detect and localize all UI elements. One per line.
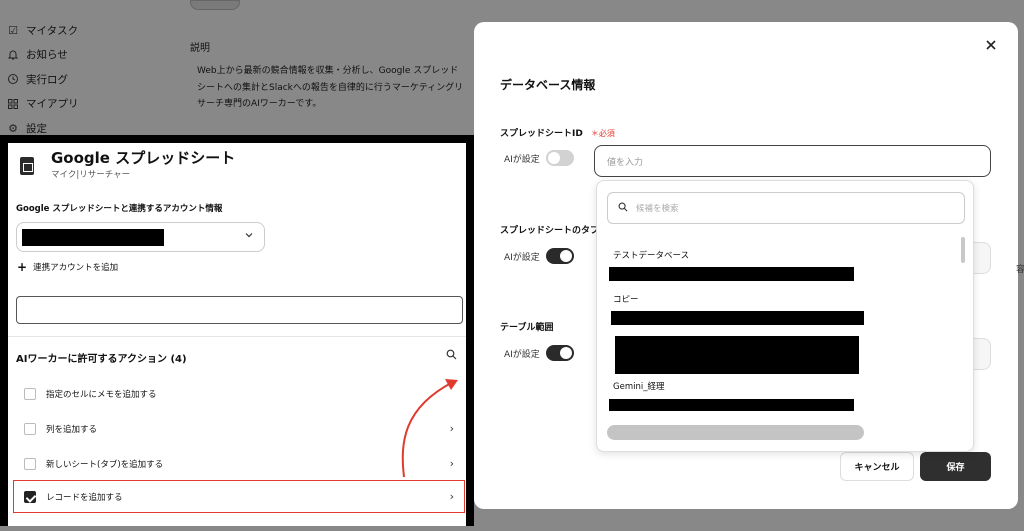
redacted-option[interactable] (615, 336, 859, 374)
edge-text: 容 (1016, 265, 1024, 275)
nav-item-label: 設定 (26, 122, 47, 135)
nav-item-my-apps[interactable]: マイアプリ (6, 92, 166, 117)
redacted-option-detail (611, 311, 864, 325)
gear-icon: ⚙ (8, 121, 18, 135)
redacted-option-detail (609, 267, 854, 281)
dropdown-search-placeholder: 候補を検索 (636, 204, 679, 214)
nav-item-label: マイタスク (26, 24, 79, 37)
sheet-tab-label: スプレッドシートのタブ (500, 226, 600, 236)
nav-item-label: 実行ログ (26, 73, 68, 86)
spreadsheet-id-label-text: スプレッドシートID (500, 129, 583, 139)
table-range-input-edge[interactable] (973, 338, 991, 370)
description-title: 説明 (190, 43, 210, 54)
nav-item-execution-log[interactable]: 実行ログ (6, 67, 166, 92)
google-sheets-panel-frame: Google スプレッドシート マイク|リサーチャー Google スプレッドシ… (0, 135, 474, 526)
ai-setting-toggle-off[interactable] (545, 150, 574, 166)
search-icon (618, 202, 628, 215)
google-sheets-panel: Google スプレッドシート マイク|リサーチャー Google スプレッドシ… (8, 143, 466, 526)
nav-item-my-tasks[interactable]: ☑ マイタスク (6, 18, 166, 43)
dropdown-option[interactable]: Gemini_経理 (613, 380, 664, 392)
redacted-option-detail (609, 399, 854, 411)
clock-icon (6, 72, 20, 86)
table-range-label: テーブル範囲 (500, 323, 554, 333)
ai-setting-row-2: AIが設定 (504, 248, 574, 264)
vertical-scrollbar[interactable] (961, 237, 965, 263)
checkbox-icon: ☑ (8, 23, 18, 37)
spreadsheet-id-input[interactable]: 値を入力 (594, 145, 991, 177)
ai-setting-toggle-on[interactable] (545, 248, 574, 264)
sheet-tab-input-edge[interactable] (973, 242, 991, 274)
bell-icon (6, 48, 20, 62)
ai-setting-row-3: AIが設定 (504, 345, 574, 361)
save-button[interactable]: 保存 (920, 452, 991, 481)
ai-setting-label: AIが設定 (504, 349, 540, 360)
annotation-arrow (401, 379, 458, 478)
horizontal-scrollbar[interactable] (607, 425, 864, 440)
background-pill (190, 0, 240, 10)
dropdown-option[interactable]: コピー (613, 293, 639, 305)
ai-setting-label: AIが設定 (504, 154, 540, 165)
ai-setting-row-1: AIが設定 (504, 150, 574, 166)
spreadsheet-dropdown: 候補を検索 テストデータベース コピー Gemini_経理 (596, 180, 974, 452)
ai-setting-label: AIが設定 (504, 252, 540, 263)
dropdown-search-input[interactable]: 候補を検索 (607, 192, 965, 224)
close-icon[interactable] (985, 36, 997, 55)
nav-item-label: マイアプリ (26, 98, 79, 111)
nav-item-notifications[interactable]: お知らせ (6, 43, 166, 68)
background-nav: ☑ マイタスク お知らせ 実行ログ マイアプリ ⚙ 設定 (6, 18, 166, 141)
grid-icon (6, 97, 20, 111)
input-placeholder: 値を入力 (607, 157, 644, 168)
cancel-button[interactable]: キャンセル (840, 452, 914, 481)
description-text: Web上から最新の競合情報を収集・分析し、Google スプレッドシートへの集計… (197, 66, 464, 109)
spreadsheet-id-label: スプレッドシートID ＊必須 (500, 126, 615, 139)
required-badge: ＊必須 (590, 129, 615, 138)
dropdown-option[interactable]: テストデータベース (613, 249, 689, 261)
nav-item-label: お知らせ (26, 49, 68, 62)
ai-setting-toggle-on[interactable] (545, 345, 574, 361)
modal-title: データベース情報 (500, 78, 596, 92)
